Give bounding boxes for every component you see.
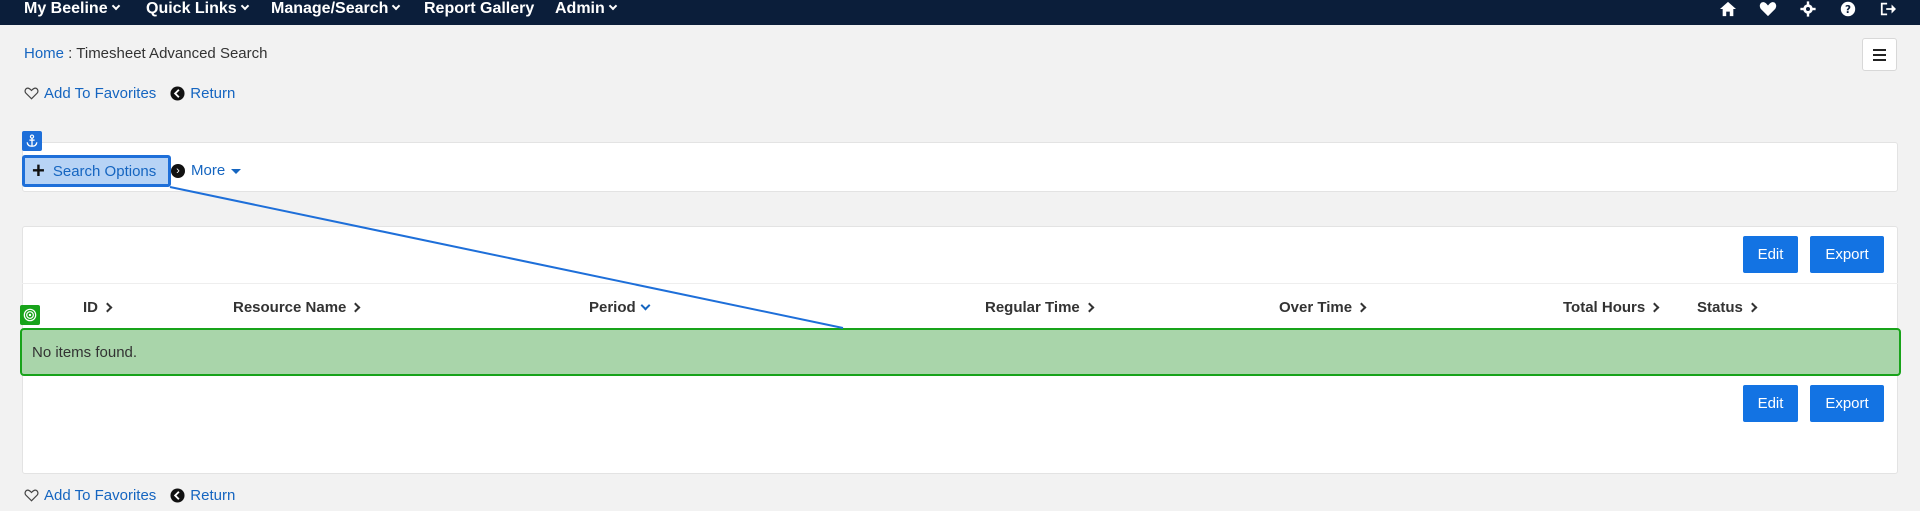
nav-quick-links[interactable]: Quick Links (146, 0, 249, 25)
return-label: Return (190, 85, 236, 102)
menu-bar (1873, 53, 1886, 56)
empty-results-row: No items found. (20, 328, 1901, 376)
column-header-status[interactable]: Status (1697, 299, 1758, 316)
home-icon[interactable] (1718, 0, 1738, 18)
edit-button-top[interactable]: Edit (1743, 236, 1798, 273)
add-to-favorites-link[interactable]: Add To Favorites (24, 85, 156, 102)
chevron-down-icon (608, 1, 618, 11)
return-link[interactable]: Return (170, 487, 235, 504)
add-to-favorites-label: Add To Favorites (44, 487, 157, 504)
chevron-right-icon (102, 302, 113, 313)
column-header-id[interactable]: ID (83, 299, 113, 316)
top-nav: My Beeline Quick Links Manage/Search Rep… (0, 0, 1920, 25)
hamburger-menu-button[interactable] (1862, 38, 1897, 71)
page-actions-top: Add To Favorites Return (24, 85, 235, 102)
column-header-label: Status (1697, 299, 1743, 316)
column-header-over-time[interactable]: Over Time (1279, 299, 1367, 316)
nav-report-gallery[interactable]: Report Gallery (424, 0, 534, 25)
sort-chevron-down-icon (640, 300, 651, 311)
export-button-top[interactable]: Export (1810, 236, 1884, 273)
nav-my-beeline[interactable]: My Beeline (24, 0, 120, 25)
search-options-button[interactable]: + Search Options (22, 155, 171, 187)
heart-outline-icon (24, 489, 39, 502)
add-to-favorites-label: Add To Favorites (44, 85, 157, 102)
column-header-label: ID (83, 299, 98, 316)
chevron-right-icon (1649, 302, 1660, 313)
nav-item-label: Quick Links (146, 0, 237, 17)
chevron-right-icon (350, 302, 361, 313)
column-header-period[interactable]: Period (589, 299, 651, 316)
nav-admin[interactable]: Admin (555, 0, 618, 25)
column-header-label: Regular Time (985, 299, 1080, 316)
return-link[interactable]: Return (170, 85, 235, 102)
column-header-resource-name[interactable]: Resource Name (233, 299, 361, 316)
column-header-label: Period (589, 299, 636, 316)
plus-icon: + (32, 158, 45, 183)
page-title: Timesheet Advanced Search (76, 45, 268, 62)
anchor-icon (22, 131, 42, 151)
menu-bar (1873, 48, 1886, 51)
more-label: More (191, 162, 226, 179)
column-header-label: Resource Name (233, 299, 347, 316)
breadcrumb-home-link[interactable]: Home (24, 45, 64, 62)
empty-results-text: No items found. (32, 343, 138, 361)
column-header-regular-time[interactable]: Regular Time (985, 299, 1095, 316)
edit-button-bottom[interactable]: Edit (1743, 385, 1798, 422)
target-icon (20, 305, 40, 325)
chevron-down-icon (111, 1, 120, 11)
add-to-favorites-link[interactable]: Add To Favorites (24, 487, 156, 504)
chevron-right-icon (1747, 302, 1758, 313)
column-header-total-hours[interactable]: Total Hours (1563, 299, 1660, 316)
return-label: Return (190, 487, 236, 504)
sign-out-icon[interactable] (1878, 0, 1898, 18)
nav-item-label: Admin (555, 0, 605, 17)
table-header-divider (22, 283, 1898, 284)
back-arrow-icon (170, 488, 185, 503)
gear-icon[interactable] (1798, 0, 1818, 18)
chevron-down-icon (240, 1, 249, 11)
page-actions-bottom: Add To Favorites Return (24, 487, 235, 504)
chevron-right-icon (1084, 302, 1095, 313)
breadcrumb: Home : Timesheet Advanced Search (24, 45, 267, 62)
search-panel (22, 142, 1898, 192)
help-icon[interactable]: ? (1838, 0, 1858, 18)
more-dropdown[interactable]: › More (171, 162, 242, 179)
chevron-right-circle-icon: › (171, 163, 185, 178)
chevron-right-icon (1356, 302, 1367, 313)
export-button-bottom[interactable]: Export (1810, 385, 1884, 422)
column-header-label: Over Time (1279, 299, 1353, 316)
nav-item-label: My Beeline (24, 0, 108, 17)
menu-bar (1873, 58, 1886, 61)
nav-icon-group: ? (1718, 0, 1898, 18)
search-options-label: Search Options (52, 162, 157, 180)
back-arrow-icon (170, 86, 185, 101)
column-header-label: Total Hours (1563, 299, 1646, 316)
nav-item-label: Report Gallery (424, 0, 535, 17)
nav-manage-search[interactable]: Manage/Search (271, 0, 401, 25)
chevron-down-icon (392, 1, 401, 11)
svg-text:?: ? (1845, 4, 1851, 16)
breadcrumb-separator: : (64, 45, 77, 62)
heart-outline-icon (24, 87, 39, 100)
heart-icon[interactable] (1758, 0, 1778, 18)
nav-item-label: Manage/Search (271, 0, 389, 17)
caret-down-icon (231, 169, 242, 174)
